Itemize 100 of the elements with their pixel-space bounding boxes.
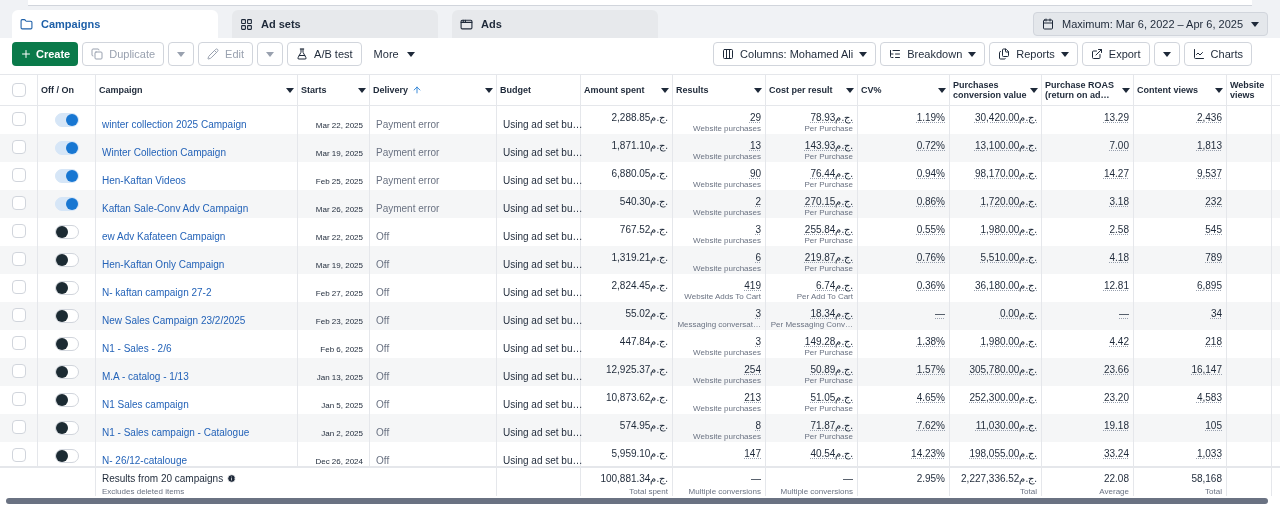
cv-value: 1.38% bbox=[916, 336, 945, 348]
results-value: 213 bbox=[744, 392, 761, 404]
toolbar-button[interactable]: Reports bbox=[989, 42, 1078, 66]
row-checkbox[interactable] bbox=[11, 420, 26, 434]
row-checkbox[interactable] bbox=[11, 308, 26, 322]
campaign-link[interactable]: Winter Collection Campaign bbox=[102, 147, 226, 158]
date-range-button[interactable]: Maximum: Mar 6, 2022 – Apr 6, 2025 bbox=[1033, 12, 1268, 36]
toggle-switch[interactable] bbox=[54, 365, 79, 379]
toggle-switch[interactable] bbox=[54, 169, 79, 183]
column-header[interactable]: CV% bbox=[858, 75, 950, 105]
toggle-switch[interactable] bbox=[54, 281, 79, 295]
row-checkbox[interactable] bbox=[11, 168, 26, 182]
budget-text: Using ad set bu… bbox=[503, 147, 583, 158]
column-header[interactable]: Website views bbox=[1227, 75, 1272, 105]
delivery-status: Off bbox=[376, 315, 390, 326]
total-value: 58,168 bbox=[1191, 472, 1222, 486]
total-value: — bbox=[751, 472, 761, 486]
toggle-switch[interactable] bbox=[54, 225, 79, 239]
campaign-link[interactable]: winter collection 2025 Campaign bbox=[102, 119, 247, 130]
toggle-switch[interactable] bbox=[54, 449, 79, 463]
campaign-link[interactable]: Hen-Kaftan Videos bbox=[102, 175, 186, 186]
grid-icon bbox=[240, 17, 253, 31]
conversion-value: 98,170.00ج.م. bbox=[974, 168, 1037, 180]
caret-icon bbox=[1215, 87, 1223, 93]
toggle-switch[interactable] bbox=[54, 421, 79, 435]
row-checkbox[interactable] bbox=[11, 140, 26, 154]
campaign-link[interactable]: Hen-Kaftan Only Campaign bbox=[102, 259, 225, 270]
results-value: 29 bbox=[749, 112, 761, 124]
campaign-link[interactable]: N- 26/12-catalouge bbox=[102, 455, 188, 466]
toggle-switch[interactable] bbox=[54, 113, 79, 127]
tab[interactable]: Ad sets bbox=[232, 10, 438, 38]
budget-text: Using ad set bu… bbox=[503, 371, 583, 382]
caret-icon bbox=[485, 87, 493, 93]
campaign-link[interactable]: Kaftan Sale-Conv Adv Campaign bbox=[102, 203, 249, 214]
campaign-link[interactable]: ew Adv Kafateen Campaign bbox=[102, 231, 226, 242]
cv-value: 0.55% bbox=[916, 224, 945, 236]
toggle-switch[interactable] bbox=[54, 141, 79, 155]
toggle-switch[interactable] bbox=[54, 197, 79, 211]
horizontal-scrollbar[interactable] bbox=[6, 498, 1268, 504]
results-value: 90 bbox=[749, 168, 761, 180]
conversion-value: 1,980.00ج.م. bbox=[980, 224, 1037, 236]
column-header[interactable]: Budget bbox=[497, 75, 581, 105]
cv-value: 1.57% bbox=[916, 364, 945, 376]
total-caption: Multiple conversions bbox=[780, 486, 853, 498]
content-views: 545 bbox=[1205, 224, 1222, 236]
row-checkbox[interactable] bbox=[11, 112, 26, 126]
metric-caption: Per Purchase bbox=[804, 180, 853, 190]
column-header[interactable]: Amount spent bbox=[581, 75, 673, 105]
documents-icon bbox=[998, 48, 1011, 60]
column-header[interactable]: Off / On bbox=[38, 75, 96, 105]
campaign-link[interactable]: N- kaftan campaign 27-2 bbox=[102, 287, 212, 298]
column-header[interactable]: Starts bbox=[298, 75, 370, 105]
toolbar-button[interactable]: Columns: Mohamed Ali bbox=[713, 42, 877, 66]
results-summary: Results from 20 campaigns bbox=[102, 472, 224, 486]
total-caption: Total bbox=[1205, 486, 1222, 498]
content-views: 34 bbox=[1210, 308, 1222, 320]
campaign-link[interactable]: N1 - Sales - 2/6 bbox=[102, 343, 172, 354]
row-checkbox[interactable] bbox=[11, 364, 26, 378]
row-checkbox[interactable] bbox=[11, 448, 26, 462]
results-value: 254 bbox=[744, 364, 761, 376]
column-header[interactable]: Cost per result bbox=[766, 75, 858, 105]
column-header[interactable]: Purchases conversion value bbox=[950, 75, 1042, 105]
amount-spent: 55.02ج.م. bbox=[625, 308, 668, 320]
toolbar-button[interactable]: A/B test bbox=[287, 42, 362, 66]
campaign-link[interactable]: N1 - Sales campaign - Catalogue bbox=[102, 427, 250, 438]
row-checkbox[interactable] bbox=[11, 336, 26, 350]
row-checkbox[interactable] bbox=[11, 252, 26, 266]
toggle-switch[interactable] bbox=[54, 393, 79, 407]
roas-value: 7.00 bbox=[1109, 140, 1129, 152]
tab[interactable]: Ads bbox=[452, 10, 658, 38]
toolbar-button[interactable]: Export bbox=[1081, 42, 1150, 66]
column-header[interactable]: Results bbox=[673, 75, 766, 105]
row-checkbox[interactable] bbox=[11, 196, 26, 210]
delivery-status: Off bbox=[376, 399, 390, 410]
campaign-link[interactable]: New Sales Campaign 23/2/2025 bbox=[102, 315, 246, 326]
dropdown-button[interactable] bbox=[1153, 42, 1180, 66]
row-checkbox[interactable] bbox=[11, 280, 26, 294]
roas-value: 33.24 bbox=[1103, 448, 1129, 460]
campaign-link[interactable]: N1 Sales campaign bbox=[102, 399, 189, 410]
delivery-status: Off bbox=[376, 343, 390, 354]
column-header[interactable]: Campaign bbox=[96, 75, 298, 105]
total-caption: Multiple conversions bbox=[688, 486, 761, 498]
column-header[interactable]: Delivery bbox=[370, 75, 497, 105]
row-checkbox[interactable] bbox=[11, 392, 26, 406]
more-button[interactable]: More bbox=[365, 42, 423, 66]
toggle-switch[interactable] bbox=[54, 309, 79, 323]
tab[interactable]: Campaigns bbox=[12, 10, 218, 38]
toolbar-button[interactable]: Breakdown bbox=[880, 42, 986, 66]
toggle-switch[interactable] bbox=[54, 337, 79, 351]
cost-value: 18.34ج.م. bbox=[810, 308, 853, 320]
campaign-link[interactable]: M.A - catalog - 1/13 bbox=[102, 371, 189, 382]
toolbar-button[interactable]: Charts bbox=[1183, 42, 1252, 66]
column-header[interactable]: Purchase ROAS (return on ad… bbox=[1042, 75, 1134, 105]
column-header[interactable]: Content views bbox=[1134, 75, 1227, 105]
toggle-switch[interactable] bbox=[54, 253, 79, 267]
row-checkbox[interactable] bbox=[11, 224, 26, 238]
caret-icon bbox=[859, 51, 868, 57]
select-all-checkbox[interactable] bbox=[11, 83, 26, 97]
roas-value: 4.18 bbox=[1109, 252, 1129, 264]
create-button[interactable]: Create bbox=[12, 42, 79, 66]
